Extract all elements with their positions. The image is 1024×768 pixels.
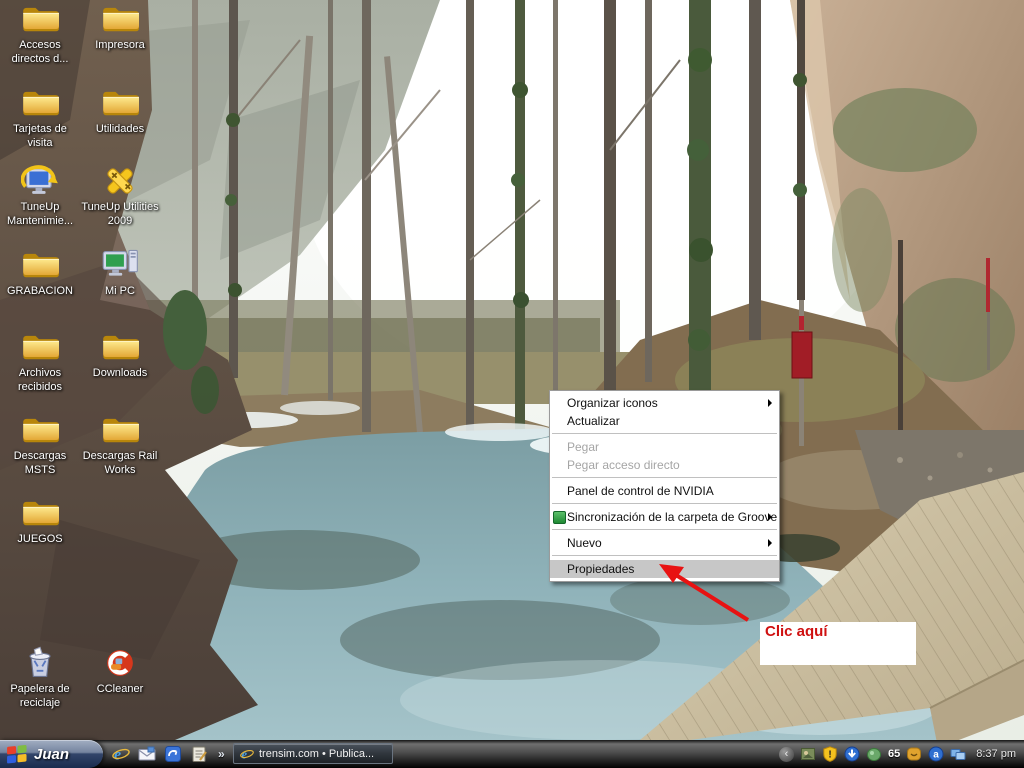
desktop-icons-area: Accesos directos d... Tarjetas de visita… (0, 0, 165, 740)
desktop-icon-label: Mi PC (105, 284, 135, 298)
folder-icon (21, 496, 59, 530)
orange-app-icon[interactable] (906, 746, 922, 762)
desktop-icon-label: GRABACION (7, 284, 73, 298)
quick-launch-overflow-chevron[interactable]: » (218, 747, 225, 761)
menu-item-organizar-iconos[interactable]: Organizar iconos (550, 394, 779, 412)
desktop-icon-utilidades[interactable]: Utilidades (80, 86, 160, 136)
folder-icon (21, 413, 59, 447)
menu-separator (552, 503, 777, 505)
desktop-icon-grabacion[interactable]: GRABACION (0, 248, 80, 298)
desktop-icon-papelera[interactable]: Papelera de reciclaje (0, 646, 80, 710)
menu-item-panel-nvidia[interactable]: Panel de control de NVIDIA (550, 482, 779, 500)
blue-app-icon[interactable] (164, 745, 182, 763)
desktop-icon-ccleaner[interactable]: CCleaner (80, 646, 160, 696)
desktop-icon-label: TuneUp Utilities 2009 (80, 200, 160, 228)
desktop-icon-descargas-msts[interactable]: Descargas MSTS (0, 413, 80, 477)
folder-icon (101, 330, 139, 364)
desktop-icon-label: Tarjetas de visita (0, 122, 80, 150)
dual-monitors-icon[interactable] (950, 746, 966, 762)
desktop-icon-label: Downloads (93, 366, 147, 380)
desktop-icon-archivos[interactable]: Archivos recibidos (0, 330, 80, 394)
tray-image-icon[interactable] (800, 746, 816, 762)
desktop-icon-tuneup-utilities[interactable]: TuneUp Utilities 2009 (80, 164, 160, 228)
system-tray: ‹ 65 8:37 pm (779, 740, 1020, 768)
temp-readout[interactable]: 65 (888, 748, 900, 760)
folder-icon (101, 413, 139, 447)
clic-aqui-label: Clic aquí (760, 622, 916, 641)
tuneup-utilities-icon (101, 164, 139, 198)
submenu-arrow-icon (768, 399, 772, 407)
notes-icon[interactable] (190, 745, 208, 763)
desktop-icon-descargas-railworks[interactable]: Descargas Rail Works (80, 413, 160, 477)
folder-icon (21, 2, 59, 36)
tuneup-maintenance-icon (21, 164, 59, 198)
task-button-label: trensim.com • Publica... (259, 748, 374, 760)
menu-item-groove-sync[interactable]: Sincronización de la carpeta de Groove (550, 508, 779, 526)
windows-logo-icon (7, 745, 28, 764)
green-app-icon[interactable] (866, 746, 882, 762)
menu-separator (552, 529, 777, 531)
download-update-icon[interactable] (844, 746, 860, 762)
desktop-icon-label: Descargas MSTS (0, 449, 80, 477)
tray-collapse-chevron[interactable]: ‹ (779, 747, 794, 762)
internet-explorer-icon (240, 747, 254, 761)
start-button-label: Juan (34, 746, 69, 763)
quick-launch-bar: » (112, 740, 225, 768)
taskbar-clock[interactable]: 8:37 pm (976, 748, 1016, 760)
recycle-bin-icon (21, 646, 59, 680)
menu-separator (552, 433, 777, 435)
desktop-screen: e ! (0, 0, 1024, 768)
desktop-icon-impresora[interactable]: Impresora (80, 2, 160, 52)
taskbar-task-trensim[interactable]: trensim.com • Publica... (233, 743, 393, 764)
ccleaner-icon (101, 646, 139, 680)
desktop-icon-tarjetas[interactable]: Tarjetas de visita (0, 86, 80, 150)
desktop-icon-accesos[interactable]: Accesos directos d... (0, 2, 80, 66)
red-trail-sign (792, 332, 812, 378)
desktop-icon-label: Impresora (95, 38, 145, 52)
security-shield-icon[interactable] (822, 746, 838, 762)
submenu-arrow-icon (768, 513, 772, 521)
desktop-icon-label: Archivos recibidos (0, 366, 80, 394)
desktop-icon-label: Papelera de reciclaje (0, 682, 80, 710)
groove-icon (553, 511, 566, 524)
menu-item-pegar: Pegar (550, 438, 779, 456)
desktop-context-menu: Organizar iconos Actualizar Pegar Pegar … (549, 390, 780, 582)
menu-item-actualizar[interactable]: Actualizar (550, 412, 779, 430)
folder-icon (21, 86, 59, 120)
menu-separator (552, 477, 777, 479)
desktop-icon-label: TuneUp Mantenimie... (0, 200, 80, 228)
desktop-icon-label: CCleaner (97, 682, 143, 696)
menu-item-propiedades[interactable]: Propiedades (550, 560, 779, 578)
outlook-express-icon[interactable] (138, 745, 156, 763)
menu-separator (552, 555, 777, 557)
desktop-icon-label: JUEGOS (17, 532, 62, 546)
a-app-icon[interactable] (928, 746, 944, 762)
submenu-arrow-icon (768, 539, 772, 547)
desktop-icon-tuneup-mantenimiento[interactable]: TuneUp Mantenimie... (0, 164, 80, 228)
my-computer-icon (101, 248, 139, 282)
clic-aqui-callout: Clic aquí (760, 622, 916, 665)
folder-icon (21, 248, 59, 282)
start-button[interactable]: Juan (0, 740, 103, 768)
folder-icon (101, 2, 139, 36)
desktop-icon-label: Utilidades (96, 122, 144, 136)
desktop-icon-label: Descargas Rail Works (80, 449, 160, 477)
desktop-icon-mi-pc[interactable]: Mi PC (80, 248, 160, 298)
desktop-icon-juegos[interactable]: JUEGOS (0, 496, 80, 546)
desktop-icon-downloads[interactable]: Downloads (80, 330, 160, 380)
desktop-icon-label: Accesos directos d... (0, 38, 80, 66)
menu-item-pegar-acceso-directo: Pegar acceso directo (550, 456, 779, 474)
taskbar: Juan » trensim.com • Publica... ‹ 65 8:3… (0, 740, 1024, 768)
folder-icon (101, 86, 139, 120)
menu-item-nuevo[interactable]: Nuevo (550, 534, 779, 552)
folder-icon (21, 330, 59, 364)
internet-explorer-icon[interactable] (112, 745, 130, 763)
